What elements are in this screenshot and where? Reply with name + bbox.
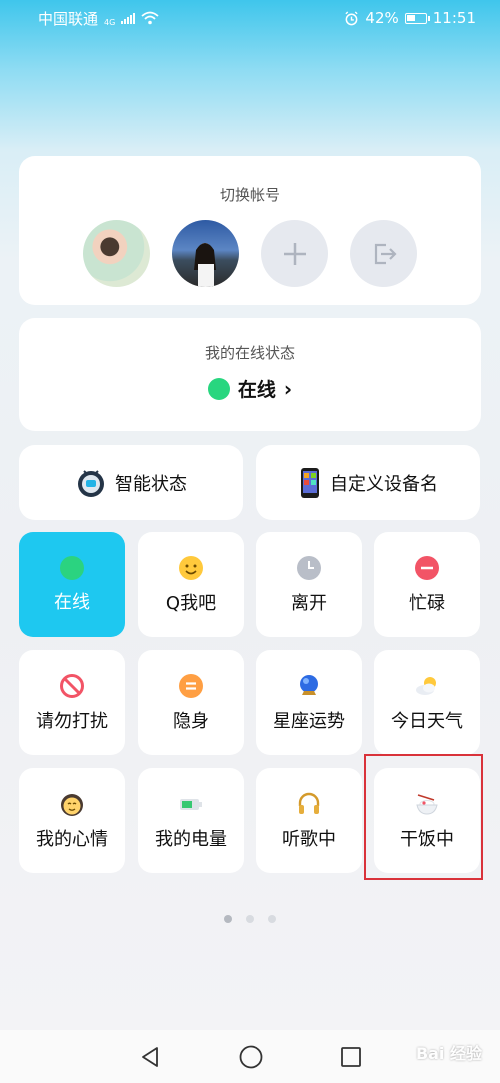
network-type: 4G: [104, 17, 116, 27]
status-tile-busy[interactable]: 忙碌: [374, 532, 480, 637]
status-tile-mood[interactable]: 我的心情: [19, 768, 125, 873]
switch-account-title: 切换帐号: [219, 186, 280, 204]
logout-button[interactable]: [350, 220, 417, 287]
switch-account-card: 切换帐号: [19, 156, 481, 305]
clock-icon: [297, 555, 321, 580]
carrier-label: 中国联通: [38, 9, 99, 28]
robot-icon: [78, 469, 104, 497]
status-tile-do-not-disturb[interactable]: 请勿打扰: [19, 650, 125, 755]
green-dot-icon: [60, 555, 84, 580]
chevron-right-icon: ›: [283, 376, 293, 401]
status-tile-q-me[interactable]: Q我吧: [138, 532, 244, 637]
status-tile-away[interactable]: 离开: [256, 532, 362, 637]
phone-icon: [301, 467, 319, 498]
page-dot: [268, 915, 276, 923]
tile-label: 星座运势: [273, 710, 345, 732]
status-tile-invisible[interactable]: 隐身: [138, 650, 244, 755]
tile-label: 请勿打扰: [36, 710, 108, 732]
signal-icon: [121, 12, 136, 24]
tile-label: 我的电量: [155, 828, 227, 850]
recents-icon[interactable]: [340, 1046, 362, 1068]
page-dot: [224, 915, 232, 923]
smile-icon: [179, 555, 203, 580]
battery-icon: [180, 798, 202, 810]
status-left: 中国联通 4G: [38, 8, 159, 29]
user-avatar-2[interactable]: [172, 220, 239, 287]
online-status-value[interactable]: 在线 ›: [19, 375, 481, 402]
green-dot-icon: [207, 377, 230, 400]
tile-label: Q我吧: [165, 592, 217, 614]
wifi-icon: [141, 11, 159, 25]
back-icon[interactable]: [138, 1045, 162, 1069]
weather-icon: [416, 676, 436, 695]
user-avatar-1[interactable]: [83, 220, 150, 287]
page-indicator: [0, 915, 500, 923]
status-right: 42% 11:51: [344, 9, 476, 27]
status-tile-weather[interactable]: 今日天气: [374, 650, 480, 755]
online-status-title: 我的在线状态: [204, 344, 295, 362]
tile-label: 离开: [291, 592, 327, 614]
no-disturb-icon: [60, 673, 84, 698]
avatar-figure: [194, 243, 216, 287]
online-status-label: 在线: [237, 379, 276, 401]
plus-icon: [283, 242, 306, 265]
watermark: Bai 经验: [415, 1044, 482, 1063]
invisible-icon: [179, 673, 203, 698]
custom-device-label: 自定义设备名: [330, 473, 438, 495]
online-status-card[interactable]: 我的在线状态 在线 ›: [19, 318, 481, 431]
tile-label: 忙碌: [409, 592, 445, 614]
tile-label: 隐身: [173, 710, 209, 732]
logout-icon: [374, 243, 397, 264]
battery-icon: [404, 12, 430, 24]
tile-label: 听歌中: [282, 828, 336, 850]
headphones-icon: [298, 792, 320, 814]
alarm-icon: [345, 10, 359, 25]
status-tile-horoscope[interactable]: 星座运势: [256, 650, 362, 755]
tile-label: 今日天气: [391, 710, 463, 732]
status-tile-battery[interactable]: 我的电量: [138, 768, 244, 873]
add-account-button[interactable]: [261, 220, 328, 287]
highlight-box: [364, 754, 483, 880]
tile-label: 我的心情: [36, 828, 108, 850]
clock-time: 11:51: [432, 9, 476, 27]
status-tile-online[interactable]: 在线: [19, 532, 125, 637]
smart-status-button[interactable]: 智能状态: [19, 445, 243, 520]
page-dot: [246, 915, 254, 923]
smart-status-label: 智能状态: [115, 473, 187, 495]
crystal-ball-icon: [300, 674, 318, 695]
mood-icon: [61, 793, 83, 816]
busy-icon: [415, 555, 439, 580]
battery-percent: 42%: [365, 9, 399, 27]
status-bar: 中国联通 4G 42% 11:51: [0, 0, 500, 36]
home-icon[interactable]: [238, 1044, 264, 1070]
status-tile-listening[interactable]: 听歌中: [256, 768, 362, 873]
tile-label: 在线: [54, 591, 90, 613]
custom-device-name-button[interactable]: 自定义设备名: [256, 445, 480, 520]
avatar-row: [19, 220, 481, 287]
